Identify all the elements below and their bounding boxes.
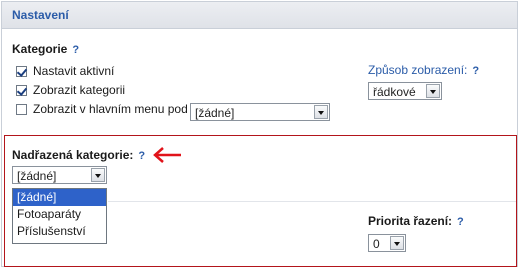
category-heading-label: Kategorie [12, 42, 68, 56]
show-in-main-menu-checkbox[interactable] [16, 104, 27, 115]
chevron-down-icon[interactable] [91, 168, 105, 182]
parent-category-value: [žádné] [17, 169, 57, 183]
show-in-main-menu-label: Zobrazit v hlavním menu pod [33, 102, 188, 116]
main-menu-parent-select[interactable]: [žádné] [190, 103, 330, 121]
option-accessories[interactable]: Příslušenství [13, 223, 106, 240]
chevron-down-icon[interactable] [390, 236, 404, 250]
show-category-label: Zobrazit kategorii [33, 83, 126, 97]
chevron-down-icon[interactable] [426, 84, 440, 98]
panel-title: Nastavení [12, 8, 69, 22]
option-cameras[interactable]: Fotoaparáty [13, 206, 106, 223]
category-help-icon[interactable]: ? [72, 44, 79, 56]
parent-category-help-icon[interactable]: ? [138, 150, 145, 162]
sort-priority-value: 0 [373, 237, 380, 251]
sort-priority-label: Priorita řazení: [368, 214, 453, 228]
parent-category-select[interactable]: [žádné] [12, 166, 107, 184]
display-mode-heading: Způsob zobrazení:? [368, 63, 479, 77]
parent-category-heading: Nadřazená kategorie:? [12, 148, 145, 162]
divider [108, 201, 516, 202]
set-active-label: Nastavit aktivní [33, 64, 115, 78]
set-active-checkbox[interactable] [16, 66, 27, 77]
display-mode-help-icon[interactable]: ? [472, 65, 479, 77]
show-category-checkbox[interactable] [16, 85, 27, 96]
sort-priority-heading: Priorita řazení:? [368, 214, 464, 228]
chevron-down-icon[interactable] [314, 105, 328, 119]
red-arrow-icon [153, 147, 181, 163]
display-mode-label: Způsob zobrazení: [368, 63, 468, 77]
display-mode-value: řádkové [373, 85, 416, 99]
category-heading: Kategorie? [12, 42, 79, 56]
parent-category-label: Nadřazená kategorie: [12, 148, 134, 162]
main-menu-parent-value: [žádné] [195, 106, 235, 120]
parent-category-options: [žádné] Fotoaparáty Příslušenství [12, 188, 107, 244]
panel-header: Nastavení [2, 2, 517, 29]
sort-priority-select[interactable]: 0 [368, 234, 406, 252]
display-mode-select[interactable]: řádkové [368, 82, 442, 100]
sort-priority-help-icon[interactable]: ? [457, 216, 464, 228]
option-none[interactable]: [žádné] [13, 189, 106, 206]
